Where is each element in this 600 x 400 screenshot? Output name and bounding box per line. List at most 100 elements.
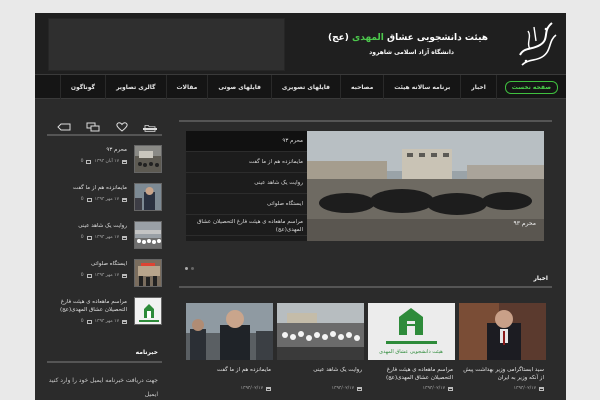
post-thumbnail[interactable] (134, 145, 162, 173)
featured-slider: محرم ۹۳ مایمانزده هم از ما گفت روایت یک … (186, 131, 544, 241)
site-subtitle: دانشگاه آزاد اسلامی شاهرود (369, 49, 454, 56)
comment-count: 0 (80, 273, 84, 278)
calendar-icon (448, 386, 453, 391)
nav-item-misc[interactable]: گوناگون (59, 75, 105, 100)
post-date: ۱۷ مهر ۱۳۹۳ (94, 235, 119, 240)
comment-count: 0 (80, 235, 84, 240)
comment-icon (86, 159, 92, 164)
sidebar-post-item[interactable]: مایمانزده هم از ما گفت ۱۷ مهر ۱۳۹۳ 0 (47, 179, 162, 217)
news-section-header: اخبار (179, 272, 552, 288)
main-content: محرم ۹۳ مایمانزده هم از ما گفت روایت یک … (179, 114, 552, 400)
nav-item-label: صفحه نخست (504, 81, 558, 94)
calendar-icon (122, 273, 127, 278)
news-card-title[interactable]: روایت یک شاهد عینی (278, 366, 362, 374)
calendar-icon (266, 386, 271, 391)
folder-icon[interactable] (143, 118, 157, 132)
sidebar-post-item[interactable]: روایت یک شاهد عینی ۱۷ مهر ۱۳۹۳ 0 (47, 217, 162, 255)
sidebar-post-item[interactable]: محرم ۹۳ ۱۷ آبان ۱۳۹۳ 0 (47, 141, 162, 179)
news-card[interactable]: سید ابستاگرامی وزیر بهداشت پیش از آنکه و… (459, 303, 546, 397)
slider-pagination (185, 267, 194, 270)
newsletter-heading: خبرنامه (135, 349, 158, 356)
news-card-meta: ۱۳۹۳/۰۲/۱۷ (423, 386, 453, 391)
post-title[interactable]: مراسم ماهعاده ی هیئت فارغ التحصیلان عشاق… (57, 298, 127, 314)
calendar-icon (122, 159, 127, 164)
nav-item-news[interactable]: اخبار (460, 75, 496, 100)
comment-icon (86, 319, 92, 324)
newsletter-email-label: ایمیل (144, 391, 158, 398)
sidebar-post-list: محرم ۹۳ ۱۷ آبان ۱۳۹۳ 0 مایمانزده هم از م… (47, 141, 162, 331)
slider-item[interactable]: ایستگاه صلواتی (186, 194, 307, 215)
comment-icon (86, 273, 92, 278)
section-divider (179, 120, 552, 122)
news-card[interactable]: هیئت دانشجویی عشاق المهدی مراسم ماهعاده … (368, 303, 455, 397)
news-card-image[interactable] (459, 303, 546, 360)
newsletter-description: جهت دریافت خبرنامه ایمیل خود را وارد کنی… (48, 377, 158, 384)
news-card-date: ۱۳۹۳/۰۲/۱۷ (513, 386, 536, 391)
post-meta: ۱۷ مهر ۱۳۹۳ 0 (81, 319, 127, 324)
nav-item-interview[interactable]: مصاحبه (340, 75, 383, 100)
slider-item[interactable]: محرم ۹۳ (186, 131, 307, 152)
nav-item-home[interactable]: صفحه نخست (495, 75, 566, 100)
heart-icon[interactable] (115, 118, 129, 132)
comments-icon[interactable] (86, 118, 100, 132)
news-card[interactable]: مایمانزده هم از ما گفت ۱۳۹۳/۰۲/۱۷ (186, 303, 273, 397)
news-card-date: ۱۳۹۳/۰۲/۱۷ (422, 386, 445, 391)
slider-caption: محرم ۹۳ (513, 220, 536, 227)
news-card-image[interactable]: هیئت دانشجویی عشاق المهدی (368, 303, 455, 360)
nav-item-annual-program[interactable]: برنامه سالانه هیئت (383, 75, 460, 100)
site-wrapper: هیئت دانشجویی عشاق المهدی (عج) دانشگاه آ… (35, 13, 566, 400)
post-date: ۱۷ مهر ۱۳۹۳ (94, 197, 119, 202)
post-thumbnail[interactable] (134, 259, 162, 287)
nav-item-audio-files[interactable]: فایلهای صوتی (207, 75, 271, 100)
nav-item-articles[interactable]: مقالات (165, 75, 208, 100)
sidebar-post-item[interactable]: ایستگاه صلواتی ۱۷ مهر ۱۳۹۳ 0 (47, 255, 162, 293)
post-meta: ۱۷ مهر ۱۳۹۳ 0 (81, 235, 127, 240)
news-card-title[interactable]: مایمانزده هم از ما گفت (187, 366, 271, 374)
post-thumbnail[interactable] (134, 221, 162, 249)
comment-icon (86, 197, 92, 202)
nav-item-gallery[interactable]: گالری تصاویر (105, 75, 165, 100)
site-title[interactable]: هیئت دانشجویی عشاق المهدی (عج) (328, 33, 488, 43)
news-card[interactable]: روایت یک شاهد عینی ۱۳۹۳/۰۲/۱۷ (277, 303, 364, 397)
main-nav: صفحه نخست اخبار برنامه سالانه هیئت مصاحب… (35, 74, 566, 100)
post-title[interactable]: ایستگاه صلواتی (91, 261, 127, 267)
header-banner[interactable] (48, 18, 285, 71)
slider-item[interactable]: مایمانزده هم از ما گفت (186, 152, 307, 173)
news-card-title[interactable]: مراسم ماهعاده ی هیئت فارغ التحصیلان عشاق… (369, 366, 453, 382)
post-title[interactable]: مایمانزده هم از ما گفت (73, 185, 127, 191)
site-title-suffix: (عج) (327, 33, 349, 43)
post-meta: ۱۷ مهر ۱۳۹۳ 0 (81, 197, 127, 202)
slider-dot[interactable] (191, 267, 194, 270)
comment-count: 0 (80, 319, 84, 324)
news-card-date: ۱۳۹۳/۰۲/۱۷ (240, 386, 263, 391)
nav-item-video-files[interactable]: فایلهای تصویری (270, 75, 340, 100)
tag-icon[interactable] (57, 118, 71, 131)
slider-item[interactable]: مراسم ماهعاده ی هیئت فارغ التحصیلان عشاق… (186, 215, 307, 236)
sidebar: محرم ۹۳ ۱۷ آبان ۱۳۹۳ 0 مایمانزده هم از م… (47, 114, 162, 400)
post-thumbnail[interactable] (134, 183, 162, 211)
sidebar-tabs (47, 114, 162, 136)
news-card-image[interactable] (277, 303, 364, 360)
post-meta: ۱۷ آبان ۱۳۹۳ 0 (81, 159, 127, 164)
comment-count: 0 (80, 197, 84, 202)
newsletter-header: خبرنامه (47, 343, 162, 363)
site-header: هیئت دانشجویی عشاق المهدی (عج) دانشگاه آ… (35, 13, 566, 74)
sidebar-post-item[interactable]: مراسم ماهعاده ی هیئت فارغ التحصیلان عشاق… (47, 293, 162, 331)
post-meta: ۱۷ مهر ۱۳۹۳ 0 (81, 273, 127, 278)
calendar-icon (122, 197, 127, 202)
news-card-title[interactable]: سید ابستاگرامی وزیر بهداشت پیش از آنکه و… (460, 366, 544, 382)
post-title[interactable]: محرم ۹۳ (106, 147, 127, 153)
post-title[interactable]: روایت یک شاهد عینی (78, 223, 127, 229)
slider-item[interactable]: روایت یک شاهد عینی (186, 173, 307, 194)
comment-icon (86, 235, 92, 240)
slider-dot[interactable] (185, 267, 188, 270)
comment-count: 0 (80, 159, 84, 164)
slider-image[interactable]: محرم ۹۳ (307, 131, 544, 241)
post-date: ۱۷ آبان ۱۳۹۳ (94, 159, 119, 164)
post-date: ۱۷ مهر ۱۳۹۳ (94, 273, 119, 278)
calligraphy-logo[interactable] (512, 17, 560, 71)
news-card-meta: ۱۳۹۳/۰۲/۱۷ (332, 386, 362, 391)
calendar-icon (357, 386, 362, 391)
post-thumbnail[interactable] (134, 297, 162, 325)
news-card-image[interactable] (186, 303, 273, 360)
